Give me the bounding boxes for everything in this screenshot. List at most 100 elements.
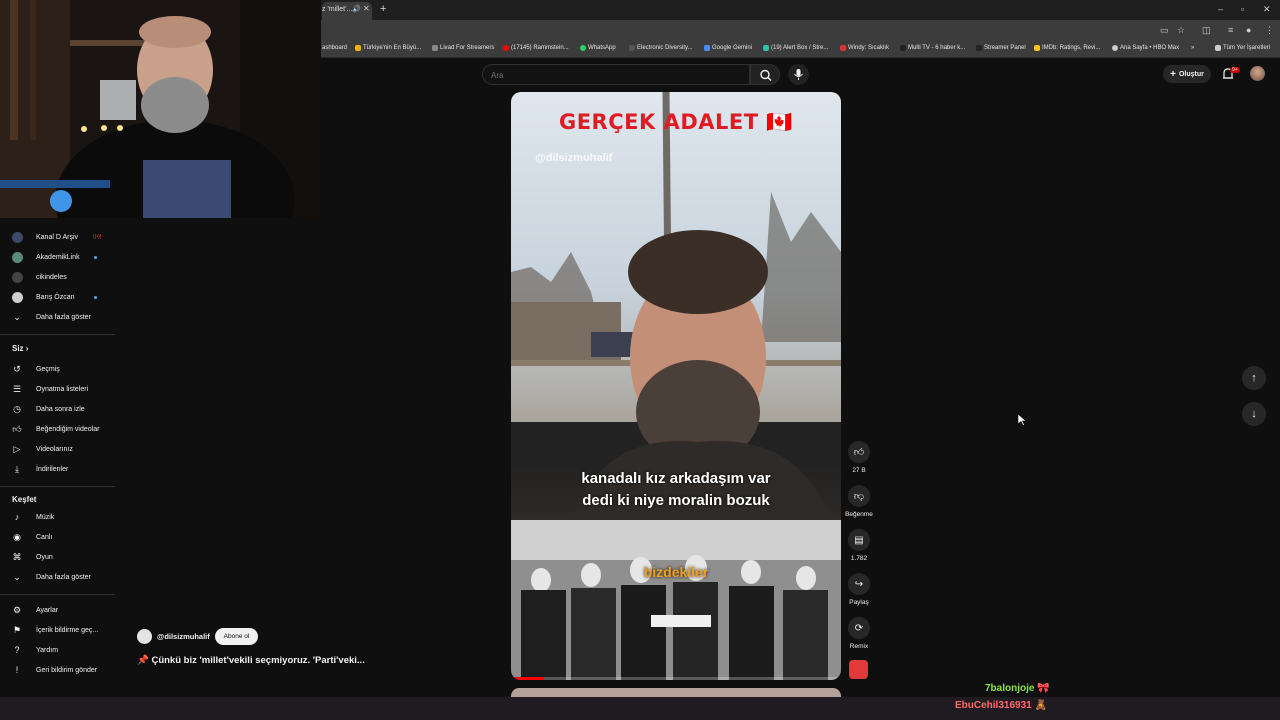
new-tab-icon[interactable]: + [380, 3, 386, 15]
channel-name[interactable]: @dilsizmuhalif [157, 632, 210, 641]
you-section[interactable]: Siz › [12, 344, 28, 353]
show-more-label: Daha fazla göster [36, 573, 91, 581]
media-icon[interactable]: ≡ [1228, 25, 1233, 35]
all-bookmarks[interactable]: Tüm Yer İşaretleri [1215, 45, 1270, 51]
video-caption[interactable]: 📌 Çünkü biz 'millet'vekili seçmiyoruz. '… [137, 655, 365, 666]
extensions-icon[interactable]: ◫ [1202, 25, 1211, 36]
bookmark-item[interactable]: Electronic Diversity... [629, 45, 693, 51]
bookmark-label: Streamer Panel [984, 45, 1026, 51]
previous-video-button[interactable]: ↑ [1242, 366, 1266, 390]
tab-close-icon[interactable]: ✕ [363, 4, 370, 13]
parliament-image [511, 520, 841, 680]
bookmark-label: Multi TV - 6 haber k... [908, 45, 966, 51]
remix-label: Remix [849, 643, 869, 650]
bookmark-label: Türkiye'nin En Büyü... [363, 45, 422, 51]
account-avatar[interactable] [1250, 66, 1265, 81]
live-icon: ((•)) [93, 234, 102, 240]
bookmarks-overflow-icon[interactable]: » [1191, 45, 1194, 51]
sidebar-item-label: Geri bildirim gönder [36, 666, 98, 674]
channel-label: AkademikLink [36, 253, 80, 261]
bookmark-item[interactable]: Multi TV - 6 haber k... [900, 45, 965, 51]
minimize-icon[interactable]: – [1218, 4, 1223, 14]
sidebar-item-your-videos[interactable]: ▷ Videolarınız [0, 440, 118, 458]
menu-icon[interactable]: ⋮ [1265, 25, 1274, 36]
sidebar-item-feedback[interactable]: ! Geri bildirim gönder [0, 661, 118, 679]
sidebar-item-history[interactable]: ↺ Geçmiş [0, 360, 118, 378]
video-watermark: @dilsizmuhalif [535, 152, 613, 164]
subscribe-button[interactable]: Abone ol [215, 628, 258, 645]
channel-label: Barış Özcan [36, 293, 75, 301]
sidebar-item-watch-later[interactable]: ◷ Daha sonra izle [0, 400, 118, 418]
sidebar-item-downloads[interactable]: ⤓ İndirilenler [0, 460, 118, 478]
comments-action[interactable]: ▤ 1.782 [842, 529, 876, 562]
channel-avatar[interactable] [137, 629, 152, 644]
remix-action[interactable]: ⟳ Remix [842, 617, 876, 650]
next-video-button[interactable]: ↓ [1242, 402, 1266, 426]
like-action[interactable]: 👍︎ 27 B [842, 441, 876, 474]
thumbs-up-icon: 👍︎ [848, 441, 870, 463]
show-more-button[interactable]: ⌄ Daha fazla göster [0, 568, 118, 586]
bookmark-favicon-icon [355, 45, 361, 51]
sidebar-item-label: Videolarınız [36, 445, 73, 453]
sidebar-channel[interactable]: Barış Özcan [0, 288, 118, 306]
flag-icon: ⚑ [12, 624, 22, 635]
dislike-action[interactable]: 👎︎ Beğenme [842, 485, 876, 518]
bookmark-item[interactable]: (17145) Rammstein... [503, 45, 569, 51]
bookmark-item[interactable]: Livad For Streamers [432, 45, 494, 51]
share-icon: ↪ [848, 573, 870, 595]
voice-search-button[interactable] [788, 64, 809, 85]
create-label: Oluştur [1178, 70, 1204, 78]
sidebar-item-label: Oynatma listeleri [36, 385, 89, 393]
sidebar-item-label: Yardım [36, 646, 59, 654]
sidebar-channel[interactable]: cikindeles [0, 268, 118, 286]
cast-icon[interactable]: ▭ [1160, 25, 1169, 36]
bookmark-item[interactable]: Türkiye'nin En Büyü... [355, 45, 421, 51]
share-action[interactable]: ↪ Paylaş [842, 573, 876, 606]
comment-icon: ▤ [848, 529, 870, 551]
bookmark-item[interactable]: Google Gemini [704, 45, 752, 51]
sidebar-item-music[interactable]: ♪ Müzik [0, 508, 118, 526]
screen: z 'millet'... 🔊 ✕ + – ▫ ✕ ▭ ☆ ◫ ≡ ● ⋮ as… [0, 0, 1280, 720]
sidebar-item-gaming[interactable]: ⌘ Oyun [0, 548, 118, 566]
remix-icon: ⟳ [848, 617, 870, 639]
sidebar-channel[interactable]: Kanal D Arşiv ((•)) [0, 228, 118, 246]
bookmark-favicon-icon [840, 45, 846, 51]
bookmark-item[interactable]: Ana Sayfa • HBO Max [1112, 45, 1179, 51]
feedback-icon: ! [15, 665, 19, 675]
restore-icon[interactable]: ▫ [1241, 4, 1244, 14]
bookmark-item[interactable]: Streamer Panel [976, 45, 1026, 51]
video-player[interactable]: GERÇEK ADALET 🇨🇦 @dilsizmuhalif kanadalı… [511, 92, 841, 680]
divider [0, 334, 115, 335]
subscribe-label: Abone ol [223, 633, 250, 640]
tab-audio-icon[interactable]: 🔊 [352, 5, 361, 13]
star-icon[interactable]: ☆ [1177, 25, 1185, 36]
profile-icon[interactable]: ● [1246, 25, 1251, 35]
sidebar-item-help[interactable]: ? Yardım [0, 641, 118, 659]
gaming-icon: ⌘ [12, 551, 22, 562]
window-close-icon[interactable]: ✕ [1263, 4, 1271, 15]
sidebar-item-settings[interactable]: ⚙ Ayarlar [0, 601, 118, 619]
search-input[interactable] [491, 69, 731, 81]
search-button[interactable] [750, 64, 780, 85]
create-button[interactable]: + Oluştur [1163, 65, 1211, 83]
sidebar-channel[interactable]: AkademikLink [0, 248, 118, 266]
show-more-button[interactable]: ⌄ Daha fazla göster [0, 308, 118, 326]
folder-icon [1215, 45, 1221, 51]
chat-username: 7balonjoje 🎀 [985, 683, 1050, 694]
bookmark-item[interactable]: ashboard [322, 45, 347, 51]
bookmark-item[interactable]: (19) Alert Box / Stre... [763, 45, 828, 51]
sidebar-item-label: İndirilenler [36, 465, 69, 473]
sidebar-item-liked-videos[interactable]: 👍︎ Beğendiğim videolar [0, 420, 118, 438]
sidebar-item-report-history[interactable]: ⚑ İçerik bildirme geç... [0, 621, 118, 639]
video-progress-bar[interactable] [511, 677, 841, 680]
sound-channel-avatar[interactable] [849, 660, 868, 679]
bookmark-item[interactable]: IMDb: Ratings, Revi... [1034, 45, 1100, 51]
bookmark-item[interactable]: WhatsApp [580, 45, 616, 51]
video-subtitle-line1: kanadalı kız arkadaşım var [581, 470, 771, 487]
sidebar-item-playlists[interactable]: ☰ Oynatma listeleri [0, 380, 118, 398]
bookmark-item[interactable]: Windy: Sıcaklık [840, 45, 889, 51]
video-overlay-label: bizdekiler [643, 564, 709, 580]
you-section-label: Siz [12, 344, 24, 353]
bookmark-label: Electronic Diversity... [637, 45, 693, 51]
sidebar-item-live[interactable]: ◉ Canlı [0, 528, 118, 546]
